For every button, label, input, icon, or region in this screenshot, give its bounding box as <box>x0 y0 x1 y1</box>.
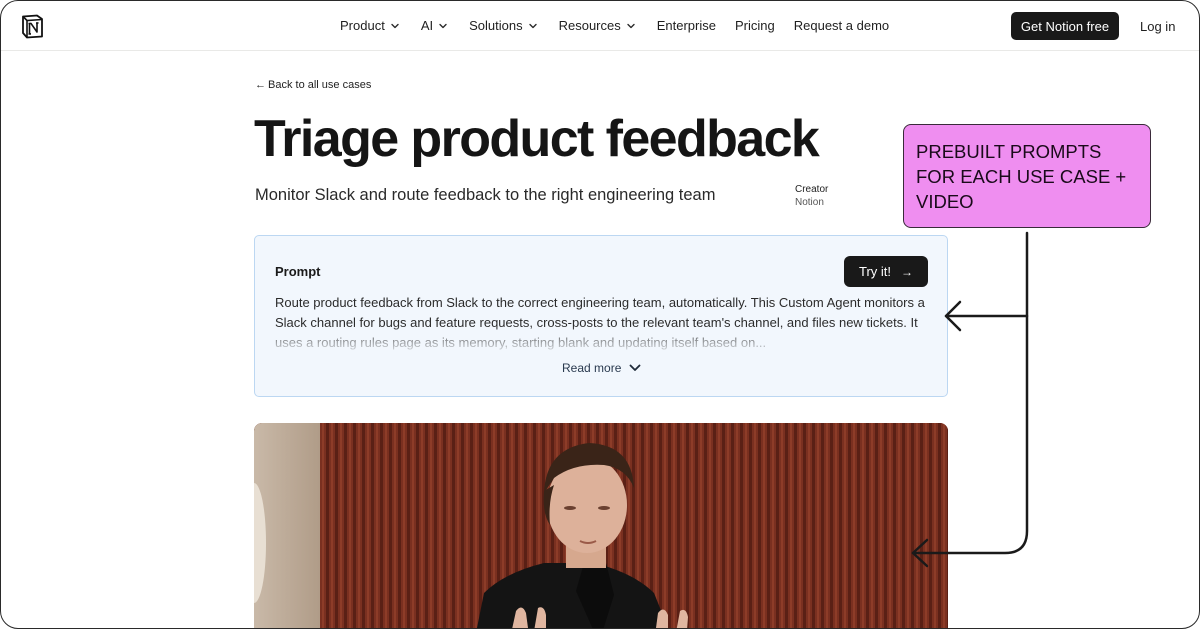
chevron-down-icon <box>627 23 635 28</box>
page-title: Triage product feedback <box>254 110 820 168</box>
nav-item-solutions[interactable]: Solutions <box>469 18 539 33</box>
chevron-down-icon <box>629 364 641 371</box>
read-more-label: Read more <box>562 361 622 375</box>
chevron-down-icon <box>391 23 399 28</box>
video-player[interactable] <box>254 423 948 628</box>
nav-item-resources[interactable]: Resources <box>559 18 638 33</box>
page-subtitle: Monitor Slack and route feedback to the … <box>255 186 716 204</box>
prompt-card: Prompt Try it! → Route product feedback … <box>254 235 948 397</box>
page-frame: Product AI Solutions Resources Enterprise Pri… <box>0 0 1200 629</box>
creator-label: Creator <box>795 184 829 195</box>
top-nav: Product AI Solutions Resources Enterprise Pri… <box>1 1 1199 51</box>
nav-item-label: Request a demo <box>793 18 890 33</box>
nav-menu: Product AI Solutions Resources Enterprise Pri… <box>340 18 908 33</box>
login-link[interactable]: Log in <box>1140 19 1175 34</box>
creator-value: Notion <box>795 197 824 208</box>
notion-logo-icon[interactable] <box>20 13 45 39</box>
arrow-right-icon: → <box>901 264 913 279</box>
try-it-label: Try it! <box>858 264 891 279</box>
creator-info: Creator Notion <box>795 183 828 209</box>
nav-item-label: Resources <box>558 18 621 33</box>
nav-item-label: AI <box>420 18 434 33</box>
get-notion-free-button[interactable]: Get Notion free <box>1011 12 1119 40</box>
arrow-left-icon: ← <box>255 79 266 91</box>
text-fade-overlay <box>275 325 927 351</box>
chevron-down-icon <box>439 23 447 28</box>
nav-item-label: Enterprise <box>656 18 716 33</box>
prompt-card-title: Prompt <box>275 264 321 279</box>
annotation-arrowhead-top <box>944 300 962 332</box>
nav-item-product[interactable]: Product <box>340 18 402 33</box>
try-it-button[interactable]: Try it! → <box>844 256 928 287</box>
nav-item-enterprise[interactable]: Enterprise <box>657 18 716 33</box>
annotation-callout: PREBUILT PROMPTS FOR EACH USE CASE + VID… <box>903 124 1151 228</box>
nav-item-ai[interactable]: AI <box>421 18 450 33</box>
read-more-button[interactable]: Read more <box>562 361 641 375</box>
nav-item-request-a-demo[interactable]: Request a demo <box>794 18 889 33</box>
nav-item-label: Product <box>340 18 385 33</box>
nav-item-pricing[interactable]: Pricing <box>735 18 775 33</box>
prompt-body: Route product feedback from Slack to the… <box>275 293 927 351</box>
video-thumbnail-image <box>254 423 948 628</box>
nav-item-label: Solutions <box>469 18 523 33</box>
back-link-label: Back to all use cases <box>268 79 372 91</box>
nav-item-label: Pricing <box>734 18 775 33</box>
back-link[interactable]: ← Back to all use cases <box>255 79 371 91</box>
chevron-down-icon <box>528 23 537 28</box>
